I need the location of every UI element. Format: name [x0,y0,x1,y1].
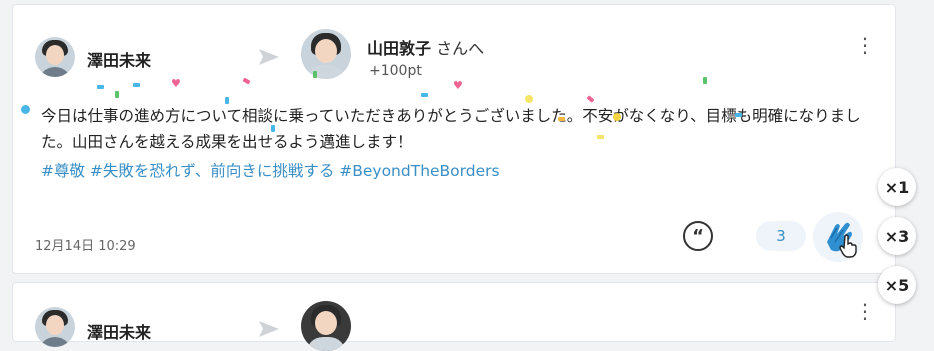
post-card: 澤田未来 山田敦子 さんへ +100pt ⋮ 今日は仕事の進め方について相談に乗… [12,4,896,274]
sender-avatar[interactable] [35,37,75,77]
sender-name[interactable]: 澤田未来 [87,47,151,71]
next-sender-name[interactable]: 澤田未来 [87,319,151,343]
next-sender-avatar[interactable] [35,307,75,347]
clap-multiplier-3[interactable]: ×3 [878,217,916,255]
recipient-suffix: さんへ [431,39,485,58]
post-hashtags[interactable]: #尊敬 #失敗を恐れず、前向きに挑戦する #BeyondTheBorders [41,159,500,181]
post-date: 12月14日 10:29 [35,239,136,254]
recipient-avatar[interactable] [301,29,351,79]
heart-confetti-icon: ♥ [453,79,463,92]
send-arrow-icon [259,49,279,65]
quote-icon[interactable]: “ [683,221,713,251]
next-recipient-avatar[interactable] [301,301,351,351]
more-vertical-icon[interactable]: ⋮ [855,35,875,55]
clap-button[interactable] [813,212,863,262]
cursor-hand-icon [839,234,857,258]
send-arrow-icon [259,321,279,337]
recipient-name-line[interactable]: 山田敦子 さんへ [367,35,484,59]
post-message: 今日は仕事の進め方について相談に乗っていただきありがとうございました。不安がなく… [41,107,861,151]
clap-count[interactable]: 3 [756,221,806,251]
clap-multiplier-1[interactable]: ×1 [878,168,916,206]
next-post-card: 澤田未来 ⋮ [12,282,896,351]
more-vertical-icon[interactable]: ⋮ [855,301,875,321]
heart-confetti-icon: ♥ [171,77,181,90]
clap-multiplier-5[interactable]: ×5 [878,266,916,304]
recipient-name: 山田敦子 [367,39,432,58]
points-label: +100pt [369,63,422,79]
